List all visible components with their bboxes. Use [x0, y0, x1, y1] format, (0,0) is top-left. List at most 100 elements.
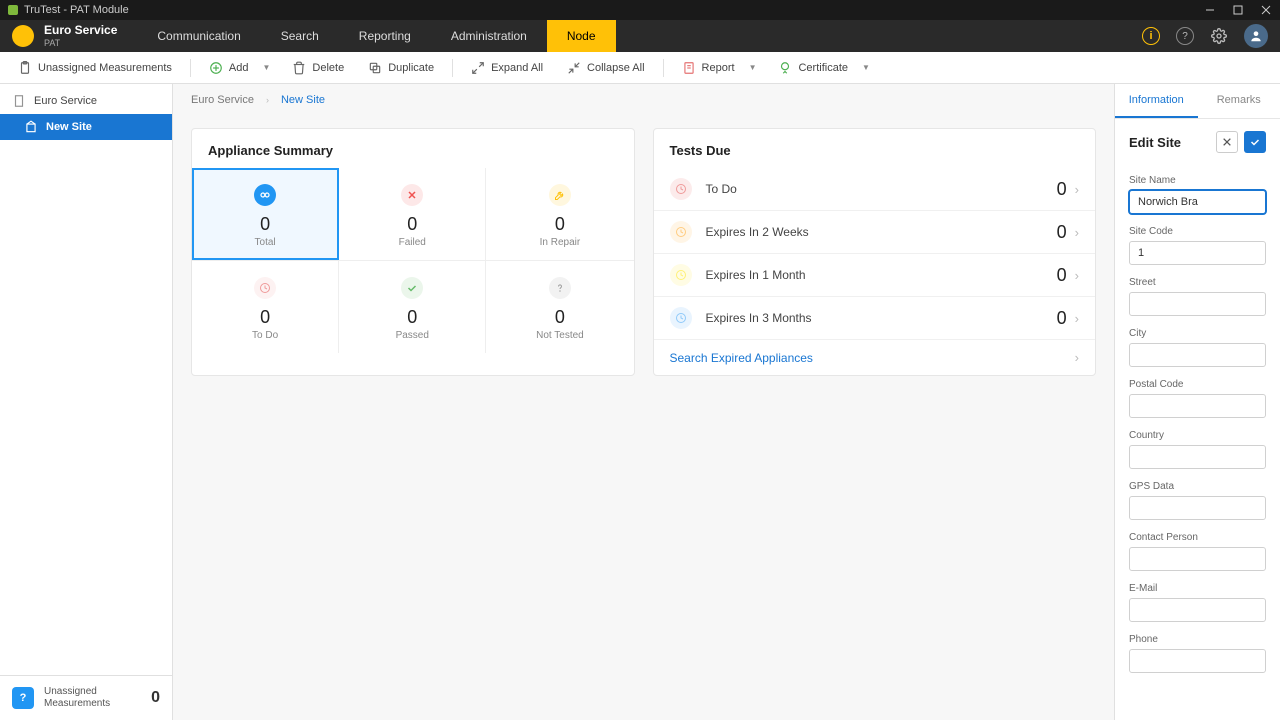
due-count: 0 [1057, 265, 1067, 286]
summary-tile-in-repair[interactable]: 0 In Repair [486, 168, 633, 260]
unassigned-count: 0 [151, 689, 160, 707]
input-site-code[interactable] [1129, 241, 1266, 265]
chevron-down-icon[interactable]: ▼ [856, 63, 876, 72]
right-panel: Information Remarks Edit Site Site Name … [1115, 84, 1280, 720]
chevron-down-icon[interactable]: ▼ [743, 63, 763, 72]
breadcrumb-root[interactable]: Euro Service [191, 94, 254, 106]
breadcrumb: Euro Service › New Site [173, 84, 1114, 116]
label-street: Street [1129, 277, 1266, 288]
nav-search[interactable]: Search [261, 20, 339, 52]
tree-child-new-site[interactable]: New Site [0, 114, 172, 140]
chevron-down-icon[interactable]: ▼ [256, 63, 276, 72]
tile-count: 0 [486, 307, 633, 328]
window-minimize-icon[interactable] [1204, 4, 1216, 16]
input-gps[interactable] [1129, 496, 1266, 520]
tab-information[interactable]: Information [1115, 84, 1198, 118]
label-site-name: Site Name [1129, 175, 1266, 186]
due-row-to-do[interactable]: To Do0› [654, 168, 1096, 210]
report-icon [682, 61, 696, 75]
input-postal[interactable] [1129, 394, 1266, 418]
close-edit-button[interactable] [1216, 131, 1238, 153]
user-avatar[interactable] [1244, 24, 1268, 48]
plus-icon [209, 61, 223, 75]
search-expired-link[interactable]: Search Expired Appliances › [654, 339, 1096, 375]
duplicate-icon [368, 61, 382, 75]
chevron-right-icon: › [1075, 225, 1079, 240]
collapse-all-button[interactable]: Collapse All [557, 57, 654, 79]
tile-count: 0 [486, 214, 633, 235]
chevron-right-icon: › [1075, 268, 1079, 283]
duplicate-button[interactable]: Duplicate [358, 57, 444, 79]
clock-icon [670, 264, 692, 286]
window-titlebar: TruTest - PAT Module [0, 0, 1280, 20]
label-phone: Phone [1129, 634, 1266, 645]
due-row-expires-in-2-weeks[interactable]: Expires In 2 Weeks0 › [654, 210, 1096, 253]
label-country: Country [1129, 430, 1266, 441]
confirm-edit-button[interactable] [1244, 131, 1266, 153]
tests-due-card: Tests Due To Do0›Expires In 2 Weeks0›Exp… [653, 128, 1097, 376]
clock-icon [670, 307, 692, 329]
appliance-summary-title: Appliance Summary [192, 129, 634, 168]
nav-node[interactable]: Node [547, 20, 616, 52]
tile-label: Failed [339, 237, 485, 248]
action-toolbar: Unassigned Measurements Add ▼ Delete Dup… [0, 52, 1280, 84]
summary-tile-failed[interactable]: 0Failed [339, 168, 486, 260]
breadcrumb-current: New Site [281, 94, 325, 106]
nav-administration[interactable]: Administration [431, 20, 547, 52]
add-button[interactable]: Add ▼ [199, 57, 279, 79]
settings-icon[interactable] [1210, 27, 1228, 45]
tile-count: 0 [192, 214, 338, 235]
info-icon[interactable]: i [1142, 27, 1160, 45]
summary-tile-passed[interactable]: 0Passed [339, 260, 486, 353]
due-count: 0 [1057, 308, 1067, 329]
input-site-name[interactable] [1129, 190, 1266, 214]
input-contact[interactable] [1129, 547, 1266, 571]
due-label: To Do [706, 182, 1057, 196]
help-icon[interactable]: ? [1176, 27, 1194, 45]
clipboard-icon [18, 61, 32, 75]
unassigned-footer[interactable]: ? Unassigned Measurements 0 [0, 675, 172, 720]
window-title: TruTest - PAT Module [24, 4, 129, 16]
tree-root[interactable]: Euro Service [0, 88, 172, 114]
brand-logo-icon [12, 25, 34, 47]
summary-tile-not-tested[interactable]: 0Not Tested [486, 260, 633, 353]
nav-communication[interactable]: Communication [137, 20, 260, 52]
chevron-right-icon: › [1075, 182, 1079, 197]
label-contact: Contact Person [1129, 532, 1266, 543]
app-bar: Euro Service PAT Communication Search Re… [0, 20, 1280, 52]
x-icon [401, 184, 423, 206]
tab-remarks[interactable]: Remarks [1198, 84, 1280, 118]
due-count: 0 [1057, 222, 1067, 243]
main-content: Euro Service › New Site Appliance Summar… [173, 84, 1115, 720]
summary-tile-to-do[interactable]: 0To Do [192, 260, 339, 353]
wrench-icon [549, 184, 571, 206]
input-country[interactable] [1129, 445, 1266, 469]
expand-all-button[interactable]: Expand All [461, 57, 553, 79]
clock-icon [670, 221, 692, 243]
trash-icon [292, 61, 306, 75]
summary-tile-total[interactable]: 0Total [192, 168, 339, 260]
input-email[interactable] [1129, 598, 1266, 622]
report-button[interactable]: Report ▼ [672, 57, 765, 79]
delete-button[interactable]: Delete [282, 57, 354, 79]
due-label: Expires In 1 Month [706, 268, 1057, 282]
due-row-expires-in-1-month[interactable]: Expires In 1 Month0 › [654, 253, 1096, 296]
input-city[interactable] [1129, 343, 1266, 367]
due-row-expires-in-3-months[interactable]: Expires In 3 Months0› [654, 296, 1096, 339]
brand-name: Euro Service [44, 24, 117, 37]
certificate-button[interactable]: Certificate ▼ [768, 57, 877, 79]
infinity-icon [254, 184, 276, 206]
input-phone[interactable] [1129, 649, 1266, 673]
due-label: Expires In 2 Weeks [706, 225, 1057, 239]
nav-reporting[interactable]: Reporting [339, 20, 431, 52]
unassigned-badge-icon: ? [12, 687, 34, 709]
unassigned-measurements-button[interactable]: Unassigned Measurements [8, 57, 182, 79]
collapse-icon [567, 61, 581, 75]
question-icon [549, 277, 571, 299]
label-site-code: Site Code [1129, 226, 1266, 237]
window-close-icon[interactable] [1260, 4, 1272, 16]
window-maximize-icon[interactable] [1232, 4, 1244, 16]
input-street[interactable] [1129, 292, 1266, 316]
tile-label: In Repair [486, 237, 633, 248]
unassigned-label: Unassigned Measurements [44, 686, 141, 710]
